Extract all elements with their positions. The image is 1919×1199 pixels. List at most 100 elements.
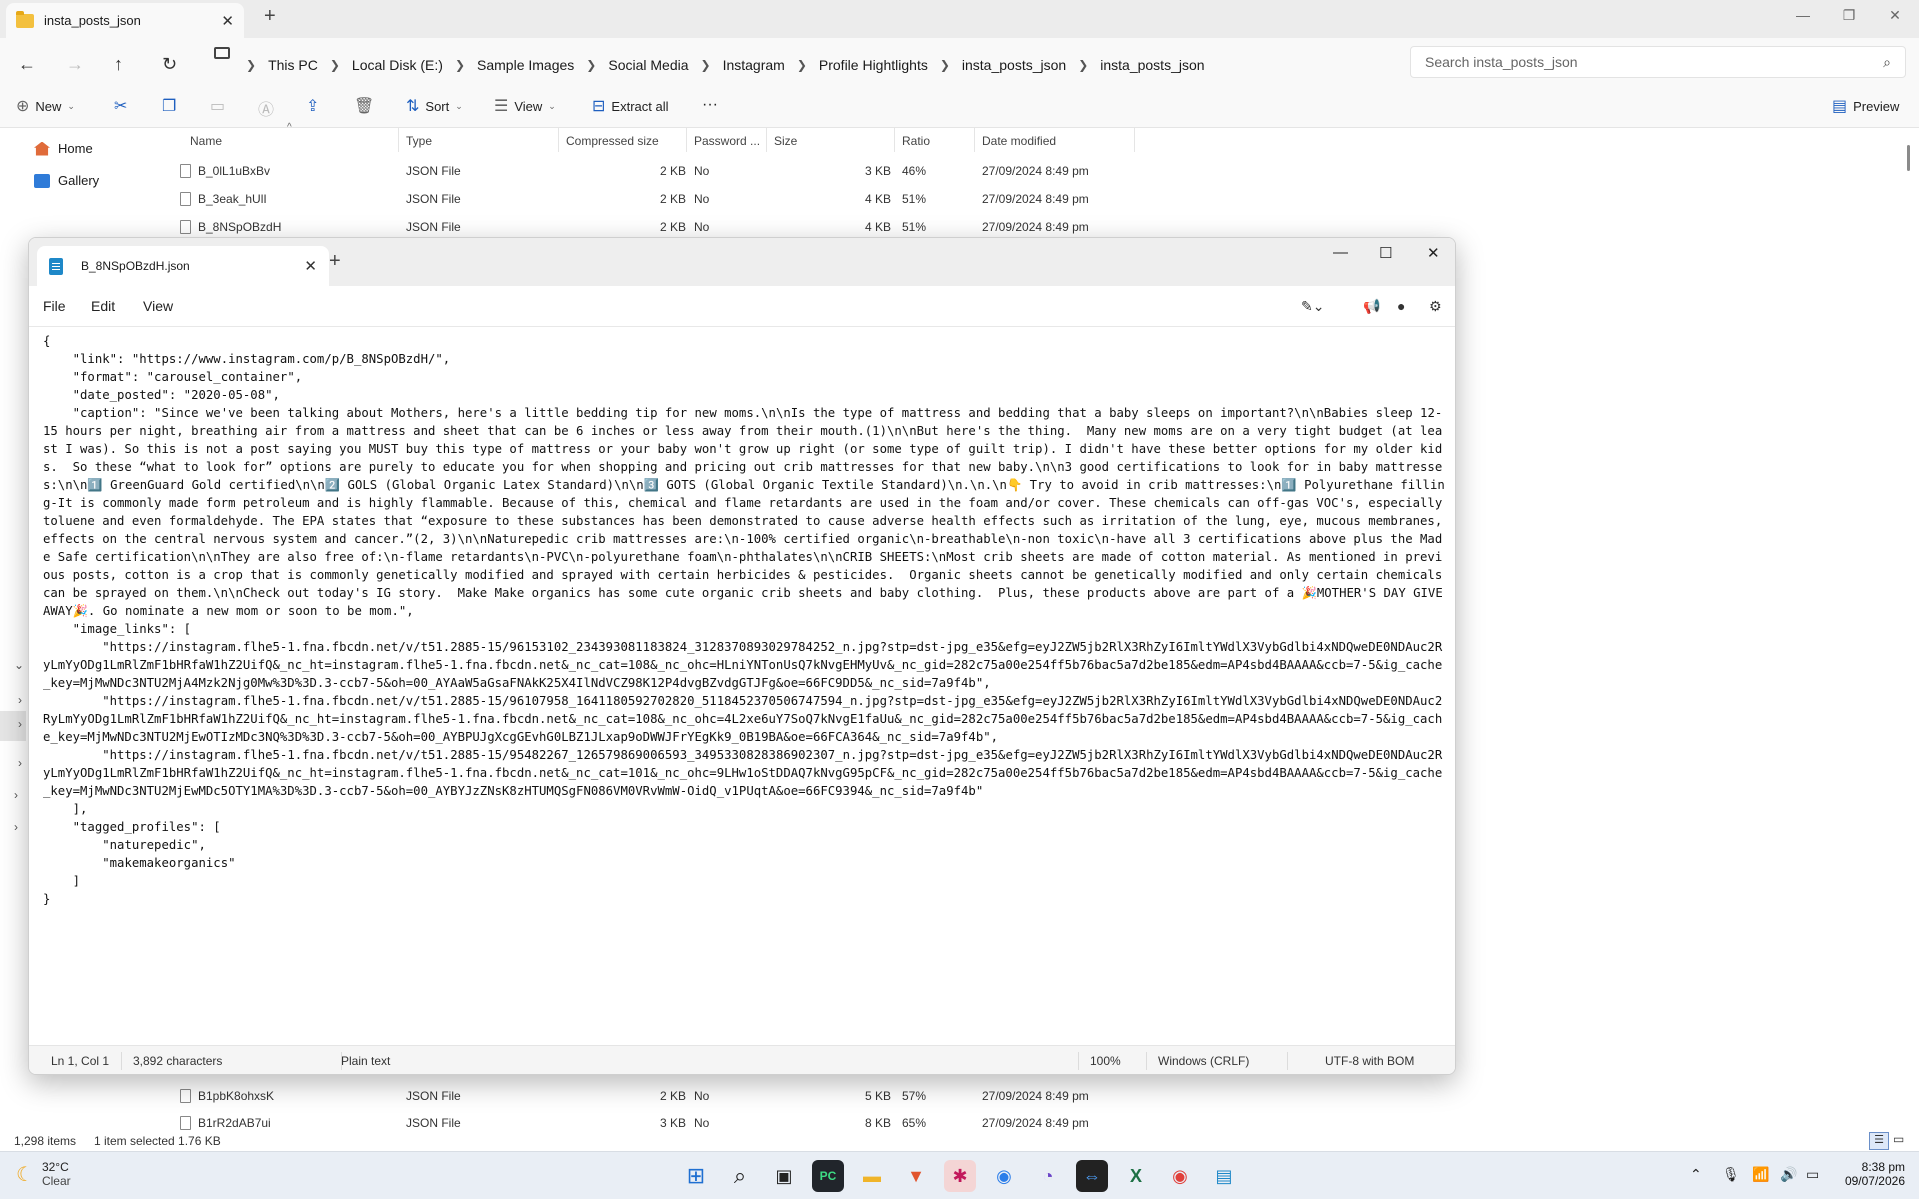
close-tab-icon[interactable]: ✕ [221, 12, 234, 30]
chevron-up-icon[interactable]: ⌃ [1690, 1166, 1702, 1183]
table-row[interactable]: B_0lL1uBxBv JSON File 2 KB No 3 KB 46% 2… [172, 158, 1132, 184]
json-file-icon [180, 192, 191, 206]
copy-button[interactable]: ❐ [162, 96, 176, 116]
share-button[interactable]: ⇪ [306, 96, 319, 116]
search-input[interactable]: Search insta_posts_json ⌕ [1410, 46, 1906, 78]
rename-button[interactable]: Ⓐ [258, 96, 274, 120]
more-options-button[interactable]: ··· [702, 96, 718, 114]
breadcrumb-item[interactable]: insta_posts_json [952, 57, 1076, 73]
forward-arrow-icon[interactable]: → [66, 54, 84, 75]
excel-icon[interactable]: X [1120, 1160, 1152, 1192]
task-view-icon[interactable]: ▣ [768, 1160, 800, 1192]
breadcrumb-item[interactable]: Social Media [598, 57, 698, 73]
table-row[interactable]: B1rR2dAB7ui JSON File 3 KB No 8 KB 65% 2… [172, 1110, 1132, 1131]
battery-icon[interactable]: ▭ [1806, 1166, 1819, 1183]
column-header-ratio[interactable]: Ratio [902, 134, 930, 148]
paste-icon: ▭ [210, 98, 226, 115]
chrome-icon[interactable]: ◉ [1164, 1160, 1196, 1192]
clock[interactable]: 8:38 pm 09/07/2026 [1835, 1160, 1905, 1188]
chevron-right-icon[interactable]: › [14, 820, 18, 834]
maximize-icon[interactable]: ❐ [1826, 0, 1872, 30]
notepad-window: B_8NSpOBzdH.json ✕ + — ☐ ✕ File Edit Vie… [28, 237, 1456, 1075]
paste-button[interactable]: ▭ [210, 96, 225, 116]
column-header-name[interactable]: Name [190, 134, 222, 148]
minimize-icon[interactable]: — [1780, 0, 1826, 30]
new-tab-icon[interactable]: + [329, 250, 341, 273]
teamviewer-icon[interactable]: ⇔ [1076, 1160, 1108, 1192]
extract-all-button[interactable]: ⊟ Extract all [592, 96, 668, 116]
chevron-down-icon[interactable]: ⌄ [14, 658, 24, 672]
notepad-tab[interactable]: B_8NSpOBzdH.json ✕ [37, 246, 329, 286]
notepad-taskbar-icon[interactable]: ▤ [1208, 1160, 1240, 1192]
delete-button[interactable]: 🗑 [354, 96, 374, 116]
notifications-icon[interactable]: 📢 [1363, 298, 1380, 315]
preview-button[interactable]: ▤ Preview [1832, 96, 1899, 116]
close-tab-icon[interactable]: ✕ [304, 257, 317, 275]
tiles-view-icon[interactable]: ▭ [1893, 1132, 1904, 1146]
nav-item-gallery[interactable]: Gallery [34, 173, 99, 188]
text-editor[interactable]: { "link": "https://www.instagram.com/p/B… [43, 332, 1449, 1032]
table-row[interactable]: B_3eak_hUlI JSON File 2 KB No 4 KB 51% 2… [172, 186, 1132, 212]
chevron-right-icon[interactable]: › [18, 693, 22, 707]
cut-button[interactable]: ✂ [114, 96, 127, 116]
minimize-icon[interactable]: — [1333, 244, 1348, 261]
settings-gear-icon[interactable]: ⚙ [1429, 298, 1442, 315]
copilot-icon[interactable]: ✎⌄ [1301, 298, 1324, 315]
close-window-icon[interactable]: ✕ [1427, 244, 1440, 262]
column-header-type[interactable]: Type [406, 134, 432, 148]
breadcrumb-item[interactable]: Profile Hightlights [809, 57, 938, 73]
column-header-compressed-size[interactable]: Compressed size [566, 134, 659, 148]
details-view-icon[interactable]: ☰ [1869, 1132, 1889, 1150]
zoom-level[interactable]: 100% [1090, 1054, 1121, 1068]
maximize-icon[interactable]: ☐ [1379, 244, 1392, 262]
back-arrow-icon[interactable]: ← [18, 54, 36, 75]
nav-item-home[interactable]: Home [34, 141, 93, 156]
refresh-icon[interactable]: ↻ [162, 54, 177, 75]
up-arrow-icon[interactable]: ↑ [114, 54, 123, 75]
account-icon[interactable]: ● [1397, 298, 1405, 314]
line-ending[interactable]: Windows (CRLF) [1158, 1054, 1249, 1068]
column-header-password[interactable]: Password ... [694, 134, 760, 148]
nav-item-selected[interactable]: › [0, 711, 26, 741]
new-button[interactable]: ⊕ New ⌄ [16, 96, 75, 116]
column-header-size[interactable]: Size [774, 134, 797, 148]
close-window-icon[interactable]: ✕ [1872, 0, 1918, 30]
chevron-right-icon[interactable]: › [18, 756, 22, 770]
weather-widget[interactable]: ☾ 32°C Clear [16, 1160, 71, 1188]
file-explorer-icon[interactable]: ▬ [856, 1160, 888, 1192]
breadcrumb-item[interactable]: insta_posts_json [1090, 57, 1214, 73]
breadcrumb-item[interactable]: This PC [258, 57, 328, 73]
menu-file[interactable]: File [43, 298, 66, 314]
view-button[interactable]: ☰ View ⌄ [494, 96, 556, 116]
explorer-tab[interactable]: insta_posts_json ✕ [6, 3, 244, 38]
pycharm-icon[interactable]: PC [812, 1160, 844, 1192]
breadcrumb-item[interactable]: Sample Images [467, 57, 584, 73]
breadcrumb-item[interactable]: Instagram [713, 57, 795, 73]
text-mode[interactable]: Plain text [341, 1054, 390, 1068]
vertical-scrollbar[interactable] [1907, 145, 1910, 171]
sort-button[interactable]: ⇅ Sort ⌄ [406, 96, 463, 116]
new-tab-icon[interactable]: + [264, 5, 276, 28]
volume-icon[interactable]: 🔊 [1780, 1166, 1797, 1183]
file-ratio: 51% [902, 220, 927, 234]
chevron-right-icon[interactable]: › [14, 788, 18, 802]
encoding[interactable]: UTF-8 with BOM [1325, 1054, 1414, 1068]
column-header-date-modified[interactable]: Date modified [982, 134, 1056, 148]
slack-icon[interactable]: ✱ [944, 1160, 976, 1192]
chevron-down-icon: ⌄ [548, 100, 556, 111]
chrome-profile-icon[interactable]: ◉ [988, 1160, 1020, 1192]
breadcrumb-item[interactable]: Local Disk (E:) [342, 57, 453, 73]
menu-view[interactable]: View [143, 298, 173, 314]
view-icon: ☰ [494, 98, 509, 115]
microphone-icon[interactable]: 🎙 [1722, 1166, 1740, 1183]
notification-app-icon[interactable]: ◔ [1032, 1160, 1064, 1192]
search-icon[interactable]: ⌕ [724, 1160, 756, 1192]
wifi-icon[interactable]: 📶 [1752, 1166, 1769, 1183]
start-icon[interactable]: ⊞ [680, 1160, 712, 1192]
file-compressed-size: 2 KB [660, 220, 687, 234]
table-row[interactable]: B1pbK8ohxsK JSON File 2 KB No 5 KB 57% 2… [172, 1083, 1132, 1109]
menu-edit[interactable]: Edit [91, 298, 115, 314]
brave-browser-icon[interactable]: ▼ [900, 1160, 932, 1192]
cursor-position[interactable]: Ln 1, Col 1 [51, 1054, 109, 1068]
file-date: 27/09/2024 8:49 pm [982, 192, 1089, 206]
